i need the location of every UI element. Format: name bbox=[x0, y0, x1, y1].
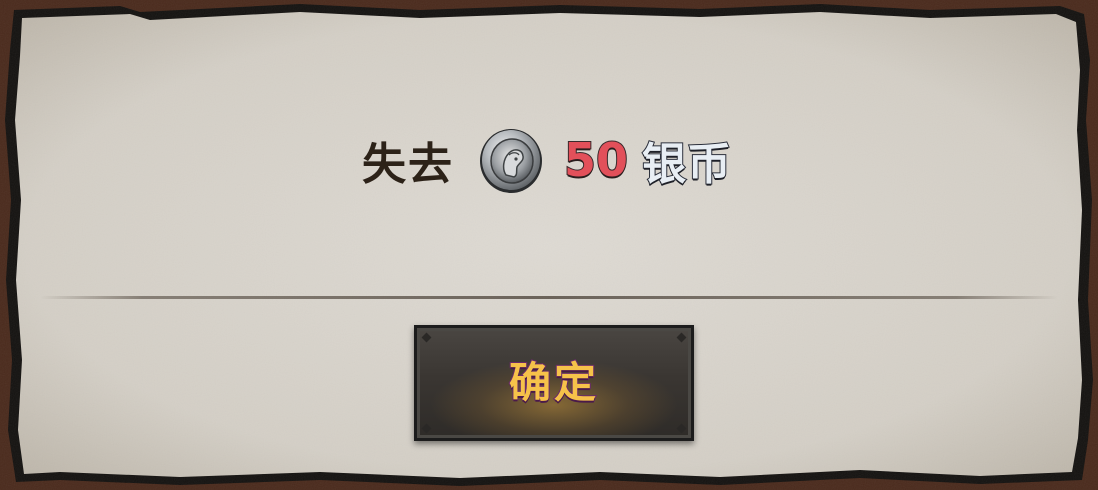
lose-label: 失去 bbox=[361, 139, 454, 190]
corner-rivet bbox=[676, 423, 687, 434]
divider bbox=[40, 296, 1058, 299]
confirm-button[interactable]: 确定 bbox=[414, 325, 694, 441]
corner-rivet bbox=[676, 332, 687, 343]
confirm-label: 确定 bbox=[508, 357, 599, 408]
corner-rivet bbox=[421, 332, 432, 343]
silver-coin-icon bbox=[479, 129, 542, 193]
currency-label: 银币 bbox=[641, 138, 732, 191]
corner-rivet bbox=[421, 423, 432, 434]
loss-dialog: 失去 50 银币 确定 bbox=[0, 0, 1098, 490]
loss-amount: 50 bbox=[563, 132, 629, 188]
loss-message: 失去 50 银币 bbox=[0, 112, 1098, 208]
